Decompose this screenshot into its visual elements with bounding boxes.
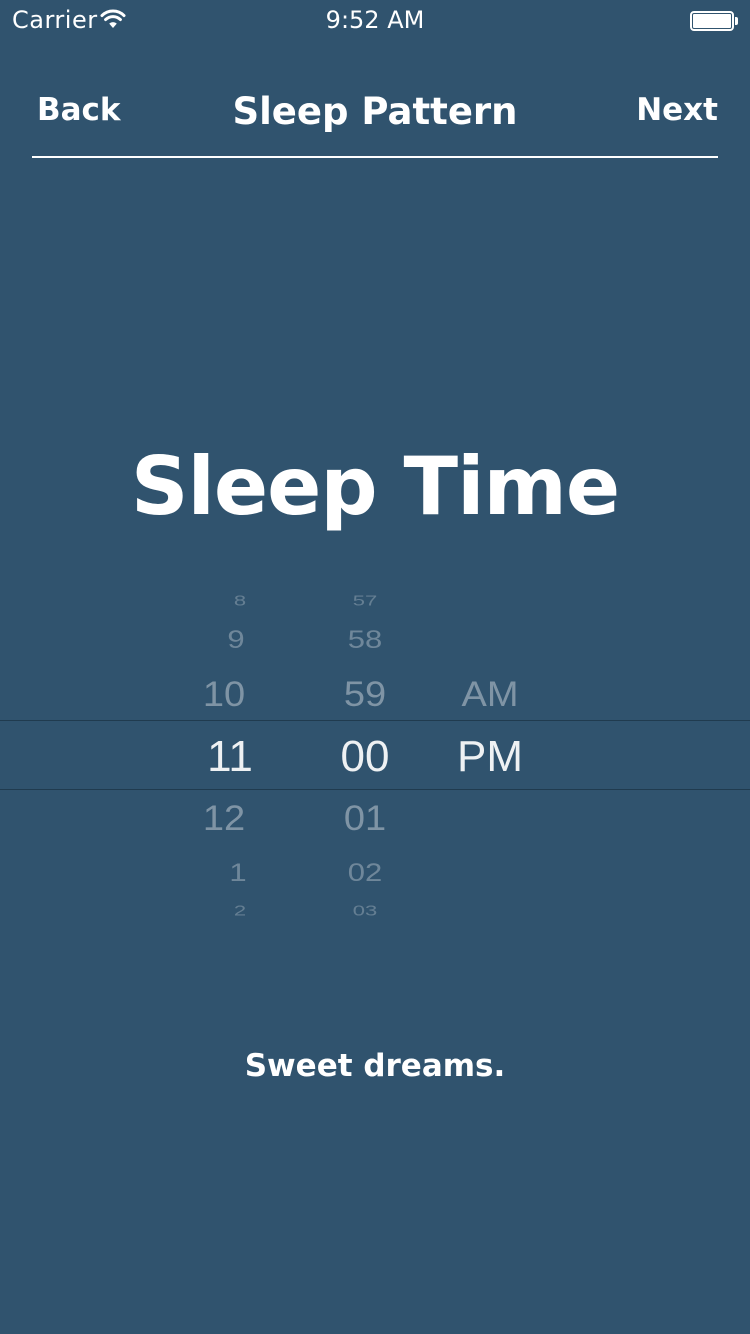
time-picker: ​ 8 9 10 11 12 1 2 57 58 59 00 01 02 03 … <box>0 578 750 934</box>
nav-bar: Back Sleep Pattern Next <box>32 80 718 158</box>
picker-selected-hour: 11 <box>207 732 253 781</box>
status-time: 9:52 AM <box>325 6 425 34</box>
picker-selected-minute: 00 <box>340 732 390 781</box>
ampm-wheel[interactable]: AM PM <box>430 578 550 934</box>
picker-item: 1 <box>229 858 247 887</box>
picker-item: 03 <box>352 902 378 919</box>
picker-item: 10 <box>202 675 246 715</box>
picker-item: AM <box>461 675 519 715</box>
picker-item: 02 <box>347 858 383 887</box>
picker-item: 2 <box>233 902 247 919</box>
footer-message: Sweet dreams. <box>244 1048 506 1084</box>
minute-wheel[interactable]: 57 58 59 00 01 02 03 <box>305 578 425 934</box>
page-heading: Sleep Time <box>130 440 620 533</box>
picker-item: 12 <box>202 799 246 839</box>
nav-title: Sleep Pattern <box>232 90 518 133</box>
picker-item: 58 <box>347 625 383 654</box>
picker-item: 9 <box>227 625 245 654</box>
status-bar: Carrier 9:52 AM <box>0 0 750 40</box>
battery-icon <box>690 11 738 31</box>
picker-selected-ampm: PM <box>457 732 523 781</box>
picker-item: ​ <box>152 579 272 585</box>
hour-wheel[interactable]: ​ 8 9 10 11 12 1 2 <box>168 578 288 934</box>
picker-item: 59 <box>343 675 387 715</box>
picker-item: 01 <box>343 799 387 839</box>
picker-item: 8 <box>233 592 247 609</box>
picker-item: 57 <box>352 592 378 609</box>
next-button[interactable]: Next <box>636 92 718 128</box>
